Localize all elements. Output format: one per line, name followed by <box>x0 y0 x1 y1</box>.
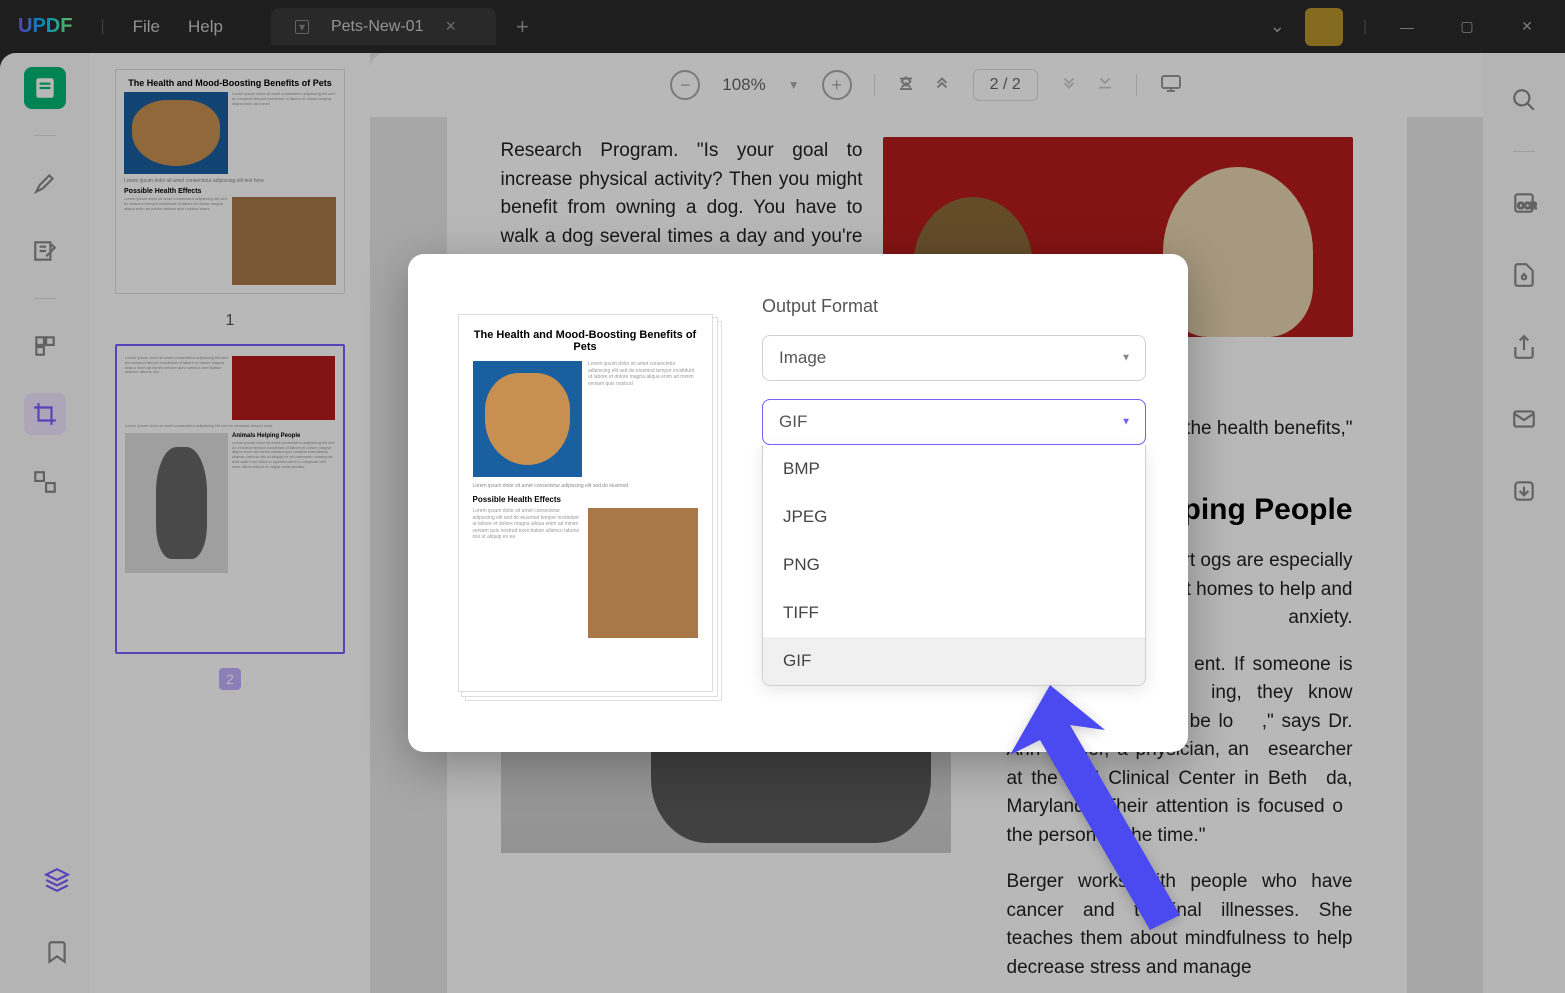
export-dialog: The Health and Mood-Boosting Benefits of… <box>408 254 1188 752</box>
format-select-value: Image <box>779 348 826 367</box>
option-tiff[interactable]: TIFF <box>763 589 1145 637</box>
dialog-preview: The Health and Mood-Boosting Benefits of… <box>450 296 720 710</box>
option-gif[interactable]: GIF <box>763 637 1145 685</box>
image-type-dropdown: BMP JPEG PNG TIFF GIF <box>762 445 1146 686</box>
image-type-value: GIF <box>779 412 807 431</box>
option-png[interactable]: PNG <box>763 541 1145 589</box>
image-type-select[interactable]: GIF ▼ <box>762 399 1146 445</box>
cursor-arrow-annotation <box>1010 685 1210 950</box>
preview-title: The Health and Mood-Boosting Benefits of… <box>473 329 698 353</box>
format-select[interactable]: Image ▼ <box>762 335 1146 381</box>
dialog-form: Output Format Image ▼ GIF ▼ BMP JPEG PNG… <box>762 296 1146 710</box>
option-jpeg[interactable]: JPEG <box>763 493 1145 541</box>
chevron-down-icon: ▼ <box>1121 353 1131 364</box>
chevron-down-icon: ▼ <box>1121 417 1131 428</box>
output-format-label: Output Format <box>762 296 1146 317</box>
option-bmp[interactable]: BMP <box>763 445 1145 493</box>
